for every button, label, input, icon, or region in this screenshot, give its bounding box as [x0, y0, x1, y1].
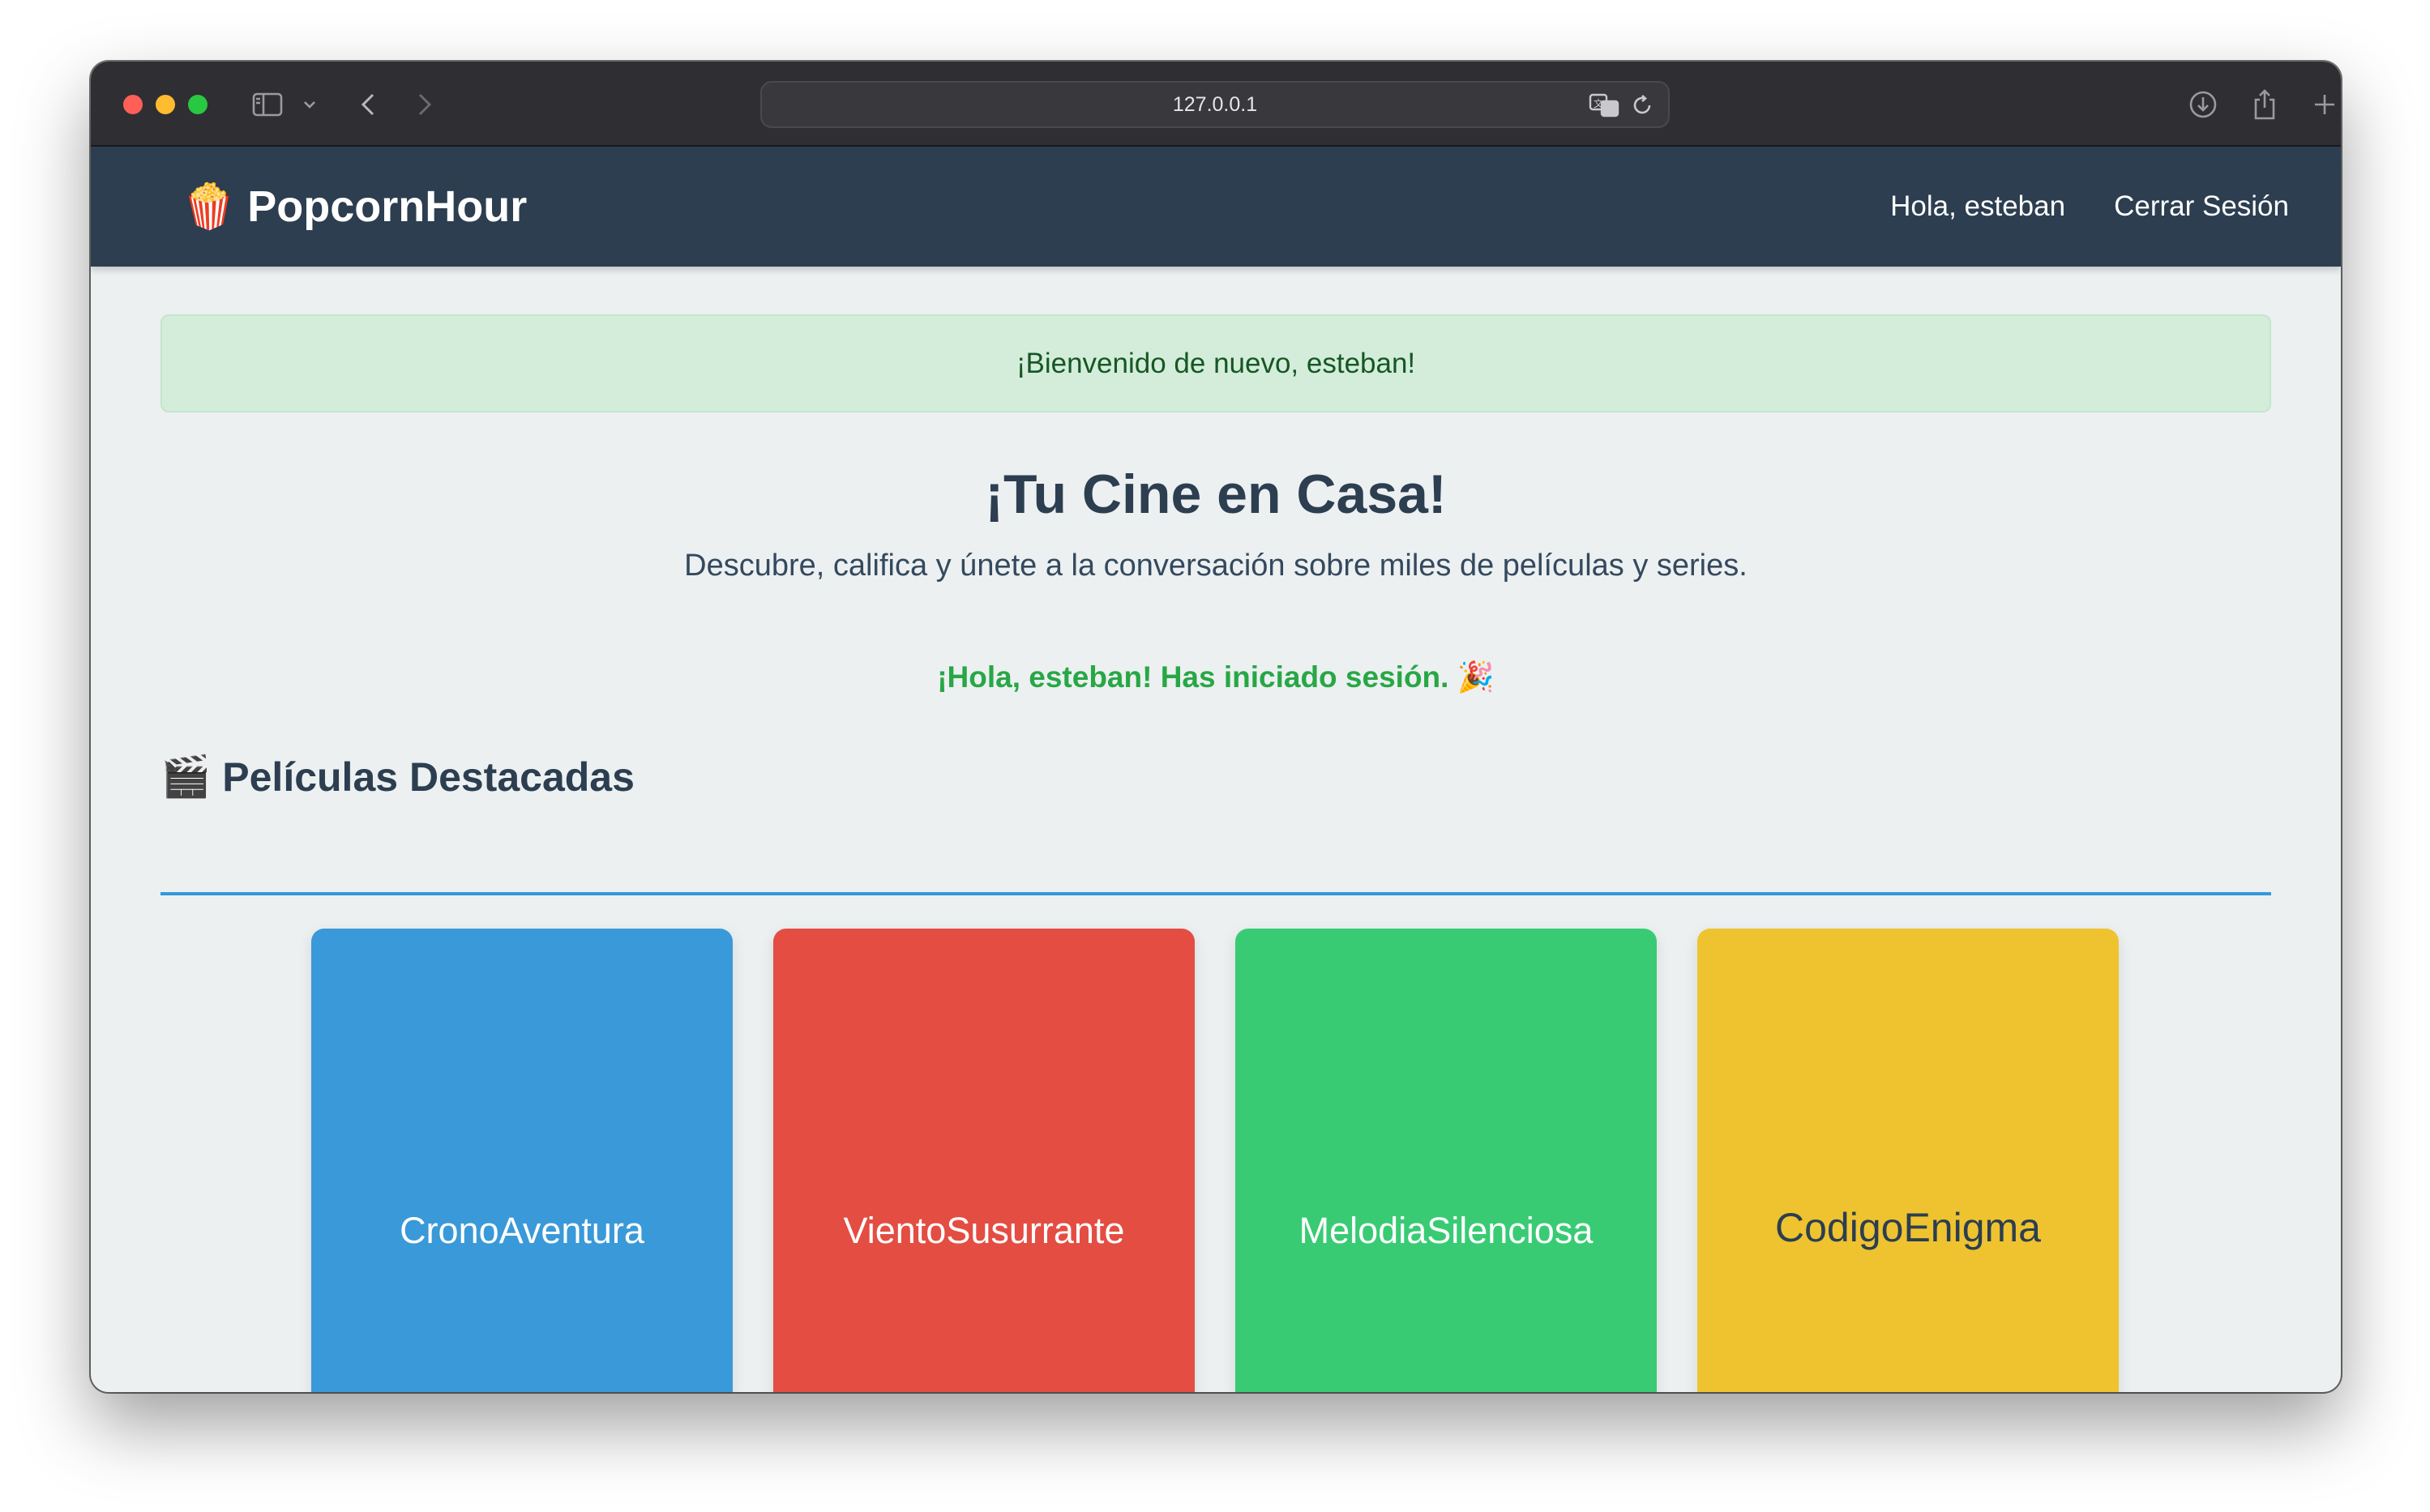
- featured-section-title: 🎬 Películas Destacadas: [160, 753, 635, 801]
- new-tab-icon[interactable]: [2308, 86, 2341, 123]
- welcome-alert-text: ¡Bienvenido de nuevo, esteban!: [1016, 347, 1416, 379]
- forward-icon[interactable]: [409, 86, 441, 123]
- movie-card[interactable]: VientoSusurrante: [773, 929, 1195, 1392]
- main-content: ¡Bienvenido de nuevo, esteban! ¡Tu Cine …: [91, 267, 2341, 1392]
- svg-text:文: 文: [1594, 97, 1603, 109]
- zoom-window-button[interactable]: [188, 95, 207, 114]
- sidebar-icon[interactable]: [250, 86, 285, 123]
- brand-name: PopcornHour: [247, 182, 528, 231]
- download-icon[interactable]: [2187, 86, 2219, 123]
- user-greeting-link[interactable]: Hola, esteban: [1890, 190, 2065, 223]
- popcorn-icon: 🍿: [182, 182, 237, 231]
- site-header: 🍿 PopcornHour Hola, esteban Cerrar Sesió…: [91, 147, 2341, 267]
- movie-card[interactable]: MelodiaSilenciosa: [1235, 929, 1657, 1392]
- brand-logo[interactable]: 🍿 PopcornHour: [182, 147, 527, 267]
- featured-title-text: Películas Destacadas: [222, 754, 635, 800]
- logged-in-message: ¡Hola, esteban! Has iniciado sesión. 🎉: [937, 660, 1495, 694]
- movie-title: VientoSusurrante: [843, 1210, 1125, 1251]
- window-controls: [123, 95, 207, 114]
- share-icon[interactable]: [2248, 86, 2281, 123]
- close-window-button[interactable]: [123, 95, 143, 114]
- hero-title: ¡Tu Cine en Casa!: [985, 463, 1447, 525]
- clapperboard-icon: 🎬: [160, 754, 212, 799]
- movie-card[interactable]: CronoAventura: [311, 929, 733, 1392]
- user-nav: Hola, esteban Cerrar Sesión: [1890, 147, 2289, 267]
- back-icon[interactable]: [352, 86, 384, 123]
- reload-icon[interactable]: [1631, 93, 1654, 122]
- movie-title: MelodiaSilenciosa: [1298, 1210, 1594, 1251]
- translate-icon[interactable]: 文: [1589, 93, 1619, 122]
- welcome-alert: ¡Bienvenido de nuevo, esteban!: [160, 314, 2271, 412]
- movie-cards: CronoAventura VientoSusurrante MelodiaSi…: [311, 929, 2119, 1392]
- address-bar[interactable]: 127.0.0.1 文: [760, 81, 1670, 128]
- movie-title: CronoAventura: [400, 1210, 644, 1251]
- url-text: 127.0.0.1: [1172, 92, 1258, 116]
- movie-title: CodigoEnigma: [1775, 1205, 2041, 1250]
- minimize-window-button[interactable]: [156, 95, 175, 114]
- browser-toolbar: 127.0.0.1 文: [91, 62, 2341, 147]
- movie-card[interactable]: CodigoEnigma: [1697, 929, 2119, 1392]
- chevron-down-icon[interactable]: [300, 86, 319, 123]
- logout-link[interactable]: Cerrar Sesión: [2114, 190, 2289, 223]
- browser-window: 127.0.0.1 文 🍿 PopcornHour Hola, esteban …: [91, 62, 2341, 1392]
- hero-subtitle: Descubre, califica y únete a la conversa…: [684, 549, 1748, 583]
- section-divider: [160, 892, 2271, 895]
